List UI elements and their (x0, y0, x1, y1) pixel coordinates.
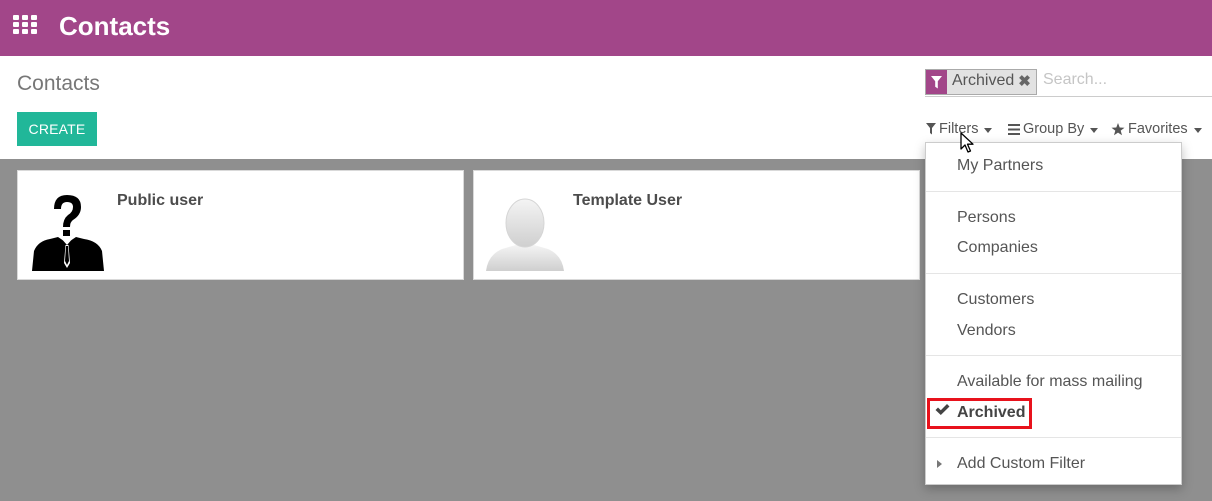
filter-item-vendors[interactable]: Vendors (957, 322, 1016, 340)
caret-down-icon (984, 127, 993, 133)
star-icon (1111, 122, 1125, 135)
top-navbar: Contacts (0, 0, 1212, 56)
contact-card[interactable]: Public user (17, 170, 464, 280)
avatar (30, 193, 110, 273)
divider (926, 273, 1181, 274)
caret-down-icon (1193, 127, 1202, 133)
app-title[interactable]: Contacts (59, 11, 170, 42)
search-bar[interactable]: Archived ✖ (925, 69, 1212, 97)
groupby-label: Group By (1023, 121, 1085, 137)
breadcrumb: Contacts (17, 72, 100, 95)
remove-facet-icon[interactable]: ✖ (1018, 70, 1036, 94)
apps-menu-icon[interactable] (13, 15, 37, 35)
filter-item-persons[interactable]: Persons (957, 209, 1016, 227)
filter-item-my-partners[interactable]: My Partners (957, 157, 1043, 175)
card-name: Template User (573, 192, 683, 209)
filter-item-customers[interactable]: Customers (957, 291, 1034, 309)
filter-item-companies[interactable]: Companies (957, 239, 1038, 257)
list-icon (1008, 123, 1020, 135)
filter-icon (926, 123, 936, 135)
search-facet: Archived ✖ (925, 69, 1037, 95)
card-name: Public user (117, 192, 204, 209)
mouse-cursor-icon (960, 132, 976, 154)
filter-item-mass-mailing[interactable]: Available for mass mailing (957, 373, 1143, 391)
favorites-button[interactable]: Favorites (1111, 121, 1202, 137)
contact-card[interactable]: Template User (473, 170, 920, 280)
favorites-label: Favorites (1128, 121, 1188, 137)
filters-dropdown: My Partners Persons Companies Customers … (925, 142, 1182, 485)
search-input[interactable] (1043, 71, 1203, 89)
divider (926, 437, 1181, 438)
divider (926, 355, 1181, 356)
add-custom-filter[interactable]: Add Custom Filter (957, 455, 1085, 473)
facet-label: Archived (952, 72, 1015, 89)
highlight-annotation (927, 398, 1032, 429)
caret-right-icon (937, 460, 942, 468)
caret-down-icon (1090, 127, 1099, 133)
filter-icon (926, 70, 947, 94)
divider (926, 191, 1181, 192)
avatar (486, 193, 566, 273)
groupby-button[interactable]: Group By (1008, 121, 1099, 137)
create-button[interactable]: CREATE (17, 112, 97, 146)
